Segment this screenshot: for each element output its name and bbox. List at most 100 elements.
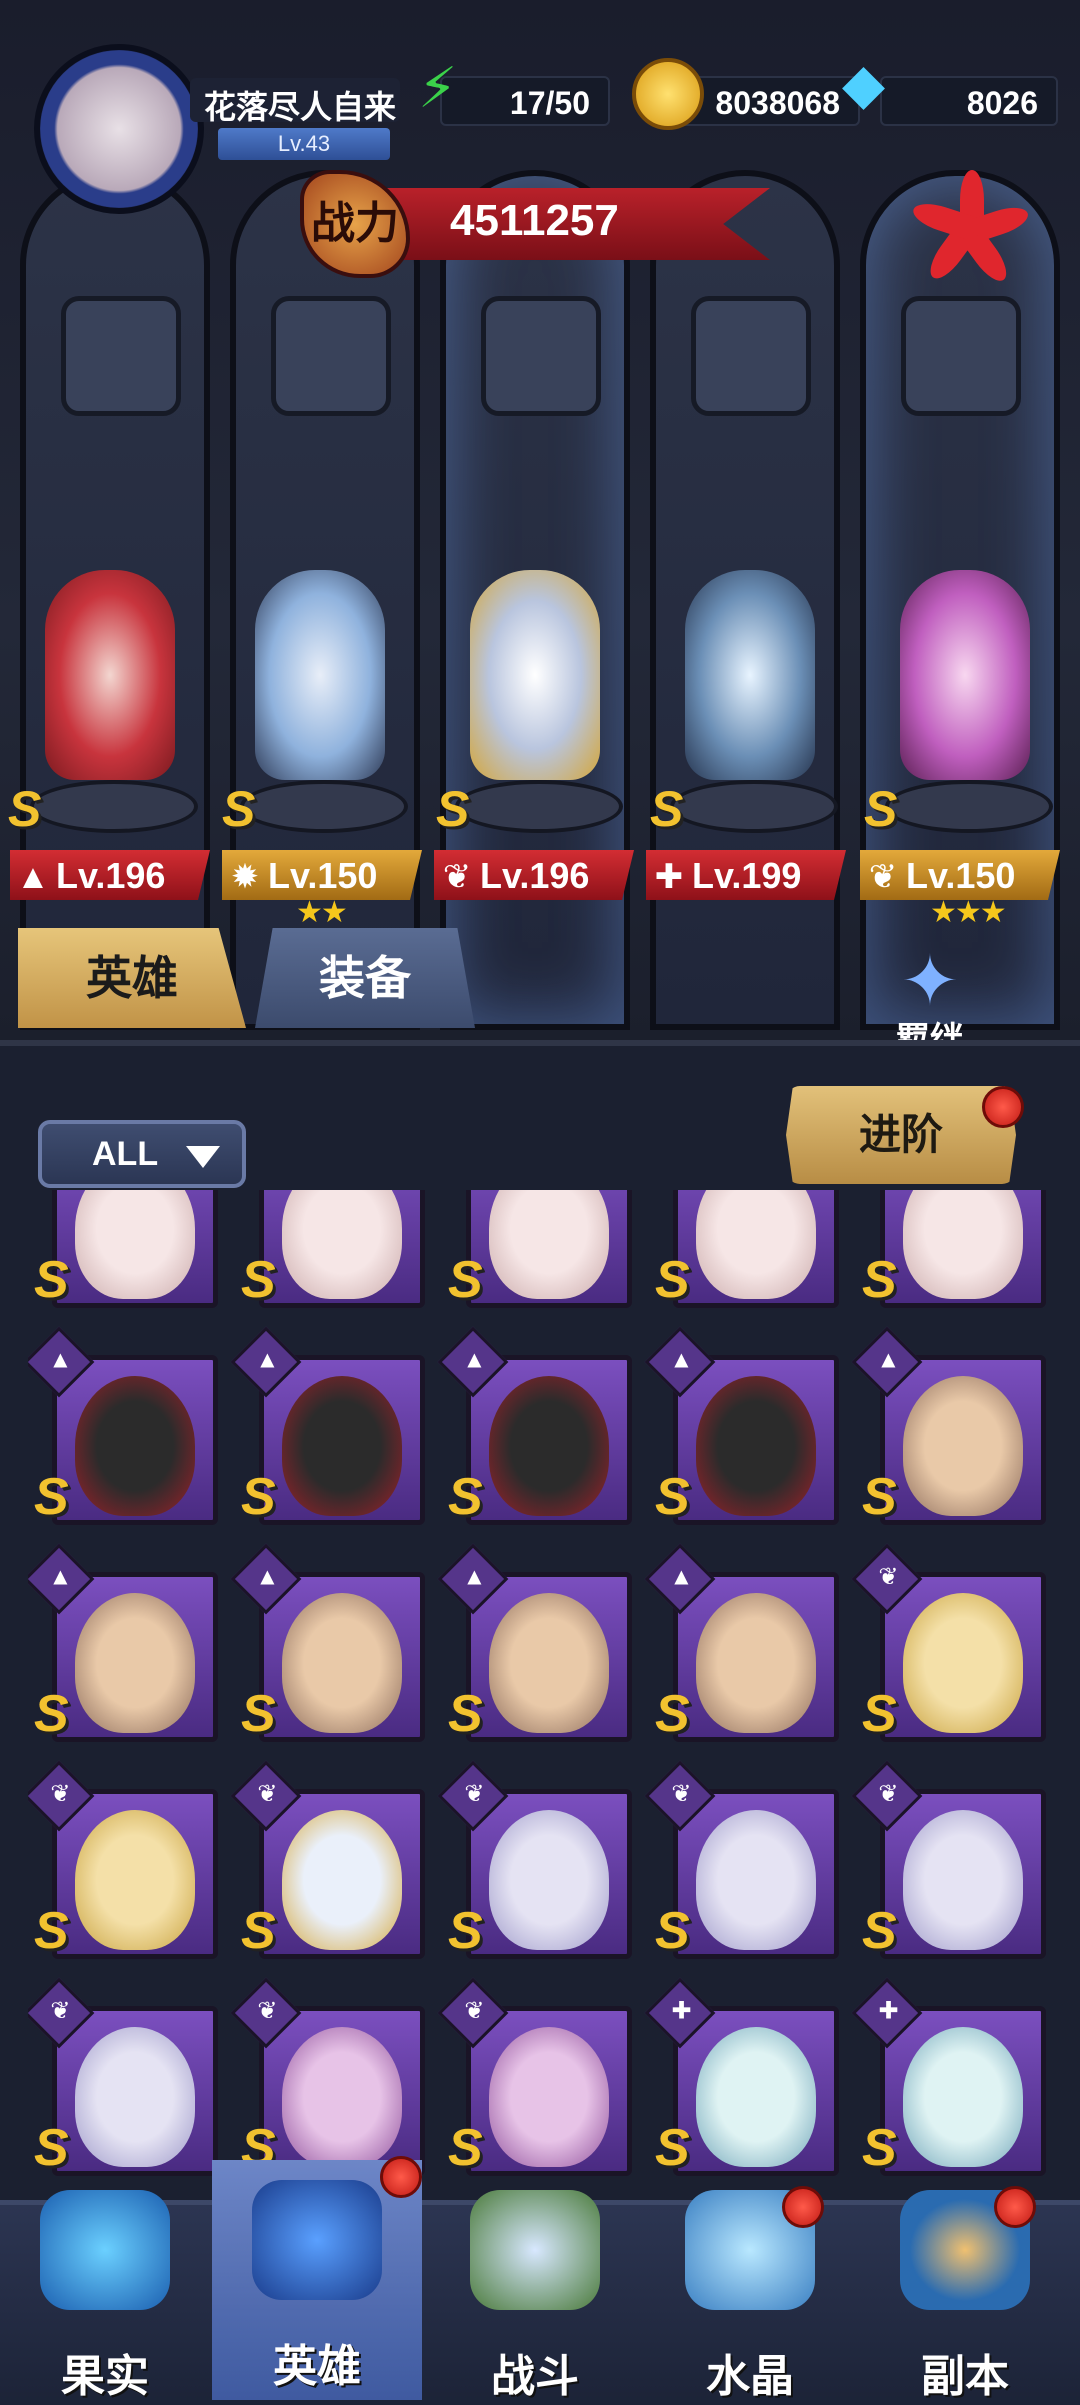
hero-card[interactable]: ▲ S [851,1326,1046,1537]
player-name: 花落尽人自来 [203,89,396,125]
hero-level-tag: ✚ Lv.199 [646,850,846,900]
hero-card[interactable]: ❦ S [437,1977,632,2188]
player-avatar[interactable] [34,44,204,214]
hero-card[interactable]: S [235,1190,425,1320]
hero-card[interactable]: ▲ S [644,1326,839,1537]
hero-rank: S [862,1902,897,1960]
hero-portrait [52,1190,218,1308]
hero-rank: S [862,1685,897,1743]
hero-rank: S [448,1902,483,1960]
hero-rank: S [436,781,470,837]
hero-rank: S [655,1251,690,1309]
hero-rank: S [655,1902,690,1960]
nav-fruit[interactable]: 果实 [0,2170,210,2401]
hero-card[interactable]: S [649,1190,839,1320]
hero-rank: S [8,781,42,837]
hero-card[interactable]: ❦ S [851,1543,1046,1754]
hero-card[interactable]: ❦ S [28,1977,218,2188]
hero-rank: S [448,1685,483,1743]
hero-card[interactable]: ❦ S [28,1760,218,1971]
combat-power-value: 4511257 [450,196,619,245]
wing-class-icon: ❦ [868,858,898,896]
hero-card[interactable]: S [442,1190,632,1320]
fruit-icon [40,2190,170,2310]
hero-card[interactable]: ▲ S [230,1326,425,1537]
hero-portrait [673,1190,839,1308]
hero-rank: S [864,781,898,837]
hero-card[interactable]: ❦ S [644,1760,839,1971]
stamina-plus-icon[interactable]: ⚡ [418,58,457,118]
hero-level-tag: ▲ Lv.196 [10,850,210,900]
hero-level-tag: ❦ Lv.196 [434,850,634,900]
mage-class-icon: ▲ [16,858,50,896]
hero-card[interactable]: ▲ S [437,1543,632,1754]
dropdown-arrow-icon [186,1146,220,1168]
hero-rank: S [241,1468,276,1526]
hero-card[interactable]: ▲ S [644,1543,839,1754]
hero-card[interactable]: ▲ S [230,1543,425,1754]
hero-rank: S [34,1468,69,1526]
hero-rank: S [448,2119,483,2177]
hero-rank: S [241,1251,276,1309]
pinwheel-icon[interactable] [909,170,1032,290]
advance-button[interactable]: 进阶 [786,1086,1016,1184]
hero-card[interactable]: ❦ S [230,1760,425,1971]
hero-card[interactable]: ❦ S [851,1760,1046,1971]
notification-dot [994,2186,1036,2228]
hero-portrait [880,1190,1046,1308]
hero-rank: S [34,1902,69,1960]
hero-rank: S [34,1251,69,1309]
hero-card[interactable]: ✚ S [644,1977,839,2188]
hero-card[interactable]: S [856,1190,1046,1320]
hero-rank: S [448,1251,483,1309]
beast-class-icon: ✹ [230,858,260,896]
diamond-counter: 8026 [880,76,1058,126]
nav-heroes[interactable]: 英雄 [212,2160,422,2400]
hero-portrait [466,1190,632,1308]
gold-plus-icon[interactable] [632,58,704,130]
notification-dot [982,1086,1024,1128]
nav-dungeon[interactable]: 副本 [860,2170,1070,2401]
hero-level-tag: ❦ Lv.150 [860,850,1060,900]
hero-rank: S [655,2119,690,2177]
hero-card[interactable]: ❦ S [437,1760,632,1971]
notification-dot [380,2156,422,2198]
hero-rank: S [650,781,684,837]
hero-portrait [259,1190,425,1308]
hero-stars: ★★ [296,896,348,929]
hero-rank: S [862,1251,897,1309]
hero-card[interactable]: ▲ S [28,1543,218,1754]
tab-heroes[interactable]: 英雄 [18,928,246,1028]
hero-card[interactable]: ▲ S [437,1326,632,1537]
hero-level-tag: ✹ Lv.150 [222,850,422,900]
stamina-counter: 17/50 [440,76,610,126]
battle-emblem-icon [470,2190,600,2310]
hero-grid: S S S S S ▲ S ▲ S ▲ S ▲ S ▲ S ▲ S ▲ S ▲ S ▲ S ❦ S ❦ S ❦ S ❦ S ❦ S ❦ S ❦ S ❦ S ❦… [28,1190,1052,2190]
hero-card[interactable]: ▲ S [28,1326,218,1537]
wizard-hat-icon [252,2180,382,2300]
hero-rank: S [241,1685,276,1743]
nav-battle[interactable]: 战斗 [430,2170,640,2401]
hero-rank: S [655,1468,690,1526]
hero-rank: S [34,2119,69,2177]
hero-rank: S [862,1468,897,1526]
wrench-class-icon: ✚ [654,858,684,896]
filter-dropdown[interactable]: ALL [38,1120,246,1188]
hero-card[interactable]: ✚ S [851,1977,1046,2188]
hero-rank: S [241,1902,276,1960]
wing-class-icon: ❦ [442,858,472,896]
hero-stars: ★★★ [930,896,1007,929]
combat-power-banner: 战力 4511257 [300,170,770,278]
diamond-plus-icon[interactable]: ◆ [842,54,885,114]
hero-rank: S [34,1685,69,1743]
hero-rank: S [448,1468,483,1526]
bond-icon: ✦ [900,942,960,1020]
hero-rank: S [222,781,256,837]
combat-power-label: 战力 [300,170,410,278]
player-level: Lv.43 [218,128,390,160]
hero-card[interactable]: S [28,1190,218,1320]
hero-rank: S [862,2119,897,2177]
notification-dot [782,2186,824,2228]
hero-rank: S [655,1685,690,1743]
tab-equipment[interactable]: 装备 [255,928,475,1028]
